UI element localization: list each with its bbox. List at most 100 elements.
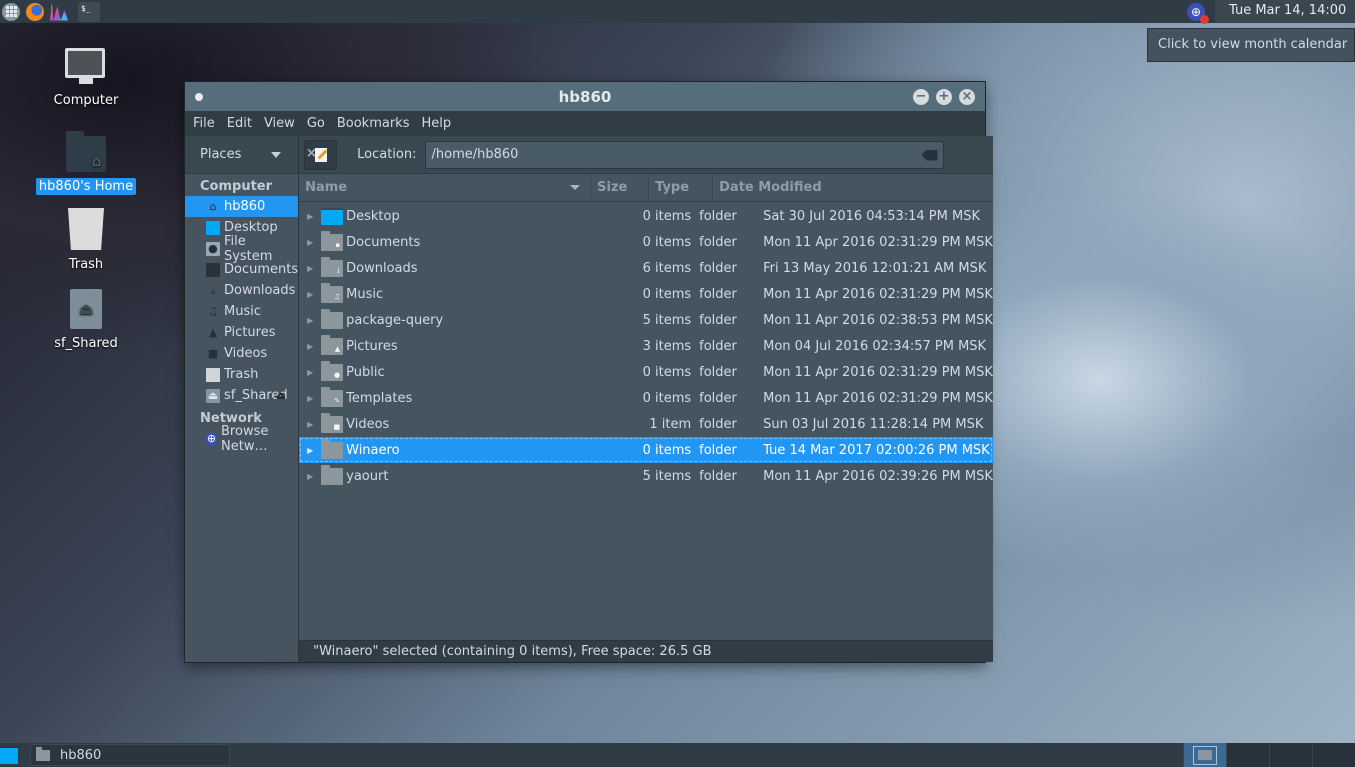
menu-bookmarks[interactable]: Bookmarks — [331, 111, 416, 136]
trash-icon — [206, 367, 220, 382]
apps-grid-icon — [2, 2, 20, 21]
sidebar-item-trash[interactable]: Trash — [185, 364, 298, 385]
expand-arrow-icon[interactable]: ▶ — [299, 264, 321, 273]
file-date: Mon 11 Apr 2016 02:31:29 PM MSK — [763, 364, 993, 380]
file-row[interactable]: ▶ ♫ Music 0 items folder Mon 11 Apr 2016 02:3… — [299, 281, 993, 307]
sidebar-type-selector[interactable]: Places — [200, 147, 241, 162]
expand-arrow-icon[interactable]: ▶ — [299, 290, 321, 299]
firefox-launcher[interactable] — [24, 1, 46, 23]
file-name: yaourt — [346, 468, 389, 484]
workspace-3[interactable] — [1269, 743, 1312, 767]
workspace-2[interactable] — [1226, 743, 1269, 767]
music-icon: ♫ — [208, 305, 218, 318]
folder-icon — [321, 308, 344, 329]
menu-help[interactable]: Help — [415, 111, 457, 136]
chevron-down-icon[interactable] — [271, 152, 281, 158]
terminal-icon: $_ — [78, 1, 100, 22]
expand-arrow-icon[interactable]: ▶ — [299, 342, 321, 351]
file-manager-window: hb860 − + × File Edit View Go Bookmarks … — [185, 82, 993, 662]
file-row[interactable]: ▶ Winaero 0 items folder Tue 14 Mar 2017 02:… — [299, 437, 993, 463]
folder-icon — [321, 438, 344, 459]
file-row[interactable]: ▶ ⤓ Downloads 6 items folder Fri 13 May 2016 … — [299, 255, 993, 281]
menu-view[interactable]: View — [258, 111, 301, 136]
close-button[interactable]: × — [959, 89, 975, 105]
sidebar-item-downloads[interactable]: ⤓ Downloads — [185, 280, 298, 301]
workspace-4[interactable] — [1312, 743, 1355, 767]
file-row[interactable]: ▶ ● Public 0 items folder Mon 11 Apr 2016 02:… — [299, 359, 993, 385]
expand-arrow-icon[interactable]: ▶ — [299, 238, 321, 247]
file-row[interactable]: ▶ Desktop 0 items folder Sat 30 Jul 2016 04:… — [299, 203, 993, 229]
expand-arrow-icon[interactable]: ▶ — [299, 368, 321, 377]
folder-icon: ● — [321, 360, 344, 381]
menu-go[interactable]: Go — [301, 111, 331, 136]
bottom-panel: hb860 — [0, 743, 1355, 767]
file-type: folder — [699, 260, 737, 276]
file-row[interactable]: ▶ ■ Videos 1 item folder Sun 03 Jul 2016 11:2… — [299, 411, 993, 437]
top-panel: $_ ⊕ Tue Mar 14, 14:00 — [0, 0, 1355, 24]
apps-menu-button[interactable] — [0, 1, 22, 23]
file-type: folder — [699, 208, 737, 224]
minimize-button[interactable]: − — [913, 89, 929, 105]
sidebar-item-videos[interactable]: ■ Videos — [185, 343, 298, 364]
column-header-date[interactable]: Date Modified — [713, 174, 993, 201]
taskbar-window-hb860[interactable]: hb860 — [30, 744, 230, 766]
expand-arrow-icon[interactable]: ▶ — [299, 316, 321, 325]
desktop-icon-computer[interactable]: Computer — [31, 48, 141, 109]
column-header-size[interactable]: Size — [591, 174, 650, 201]
clear-icon[interactable] — [921, 149, 938, 161]
file-size: 5 items — [642, 468, 692, 484]
file-size: 0 items — [642, 286, 692, 302]
file-type: folder — [699, 390, 737, 406]
sidebar-item-hb860[interactable]: ⌂ hb860 — [185, 196, 299, 217]
desktop-icon-sf-shared[interactable]: ⏏ sf_Shared — [31, 289, 141, 352]
menu-edit[interactable]: Edit — [221, 111, 258, 136]
location-input[interactable]: /home/hb860 — [424, 140, 944, 169]
terminal-launcher[interactable]: $_ — [78, 1, 100, 23]
sidebar-item-sf-shared[interactable]: ⏏ sf_Shared ⏏ — [185, 385, 298, 406]
desktop-icon-home[interactable]: hb860's Home — [31, 131, 141, 195]
clock[interactable]: Tue Mar 14, 14:00 — [1215, 0, 1355, 23]
file-date: Tue 14 Mar 2017 02:00:26 PM MSK — [763, 442, 990, 458]
expand-arrow-icon[interactable]: ▶ — [299, 212, 321, 221]
show-desktop-button[interactable] — [0, 746, 18, 764]
file-row[interactable]: ▶ ✎ Templates 0 items folder Mon 11 Apr 2016 … — [299, 385, 993, 411]
folder-icon — [321, 464, 344, 485]
file-row[interactable]: ▶ ▲ Pictures 3 items folder Mon 04 Jul 2016 0… — [299, 333, 993, 359]
sidebar-item-label: Downloads — [224, 283, 296, 298]
menu-file[interactable]: File — [187, 111, 221, 136]
sidebar-item-label: Pictures — [224, 325, 276, 340]
expand-arrow-icon[interactable]: ▶ — [299, 472, 321, 481]
menu-bar: File Edit View Go Bookmarks Help — [185, 111, 985, 136]
paint-brush-icon — [50, 2, 68, 21]
title-bar[interactable]: hb860 − + × — [185, 82, 985, 111]
sidebar-item-documents[interactable]: Documents — [185, 259, 298, 280]
home-icon: ⌂ — [209, 200, 217, 213]
desktop-icon-label: Computer — [53, 93, 119, 108]
file-row[interactable]: ▶ yaourt 5 items folder Mon 11 Apr 2016 02:3… — [299, 463, 993, 489]
window-menu-icon[interactable] — [195, 93, 203, 101]
column-header-name[interactable]: Name — [299, 174, 592, 201]
eject-icon[interactable]: ⏏ — [276, 389, 286, 402]
column-header-type[interactable]: Type — [649, 174, 714, 201]
expand-arrow-icon[interactable]: ▶ — [299, 420, 321, 429]
paint-launcher[interactable] — [48, 1, 70, 23]
file-size: 0 items — [642, 390, 692, 406]
expand-arrow-icon[interactable]: ▶ — [299, 394, 321, 403]
sidebar-item-music[interactable]: ♫ Music — [185, 301, 298, 322]
sidebar-item-label: Documents — [224, 262, 299, 277]
sidebar-item-pictures[interactable]: ▲ Pictures — [185, 322, 298, 343]
desktop-icon-label: hb860's Home — [35, 178, 137, 195]
desktop-icon-trash[interactable]: Trash — [31, 208, 141, 273]
file-row[interactable]: ▶ ▪ Documents 0 items folder Mon 11 Apr 2016 … — [299, 229, 993, 255]
sidebar-item-browse-network[interactable]: ⊕ Browse Netw… — [185, 424, 298, 454]
firefox-icon — [26, 2, 44, 21]
expand-arrow-icon[interactable]: ▶ — [299, 446, 321, 455]
file-type: folder — [699, 234, 737, 250]
workspace-switcher — [1183, 743, 1355, 767]
network-disconnected-icon[interactable]: ⊕ — [1187, 2, 1209, 24]
sidebar-item-file-system[interactable]: ● File System — [185, 234, 298, 264]
file-row[interactable]: ▶ package-query 5 items folder Mon 11 Apr 20… — [299, 307, 993, 333]
file-type: folder — [699, 364, 737, 380]
maximize-button[interactable]: + — [936, 89, 952, 105]
workspace-1[interactable] — [1183, 743, 1226, 767]
